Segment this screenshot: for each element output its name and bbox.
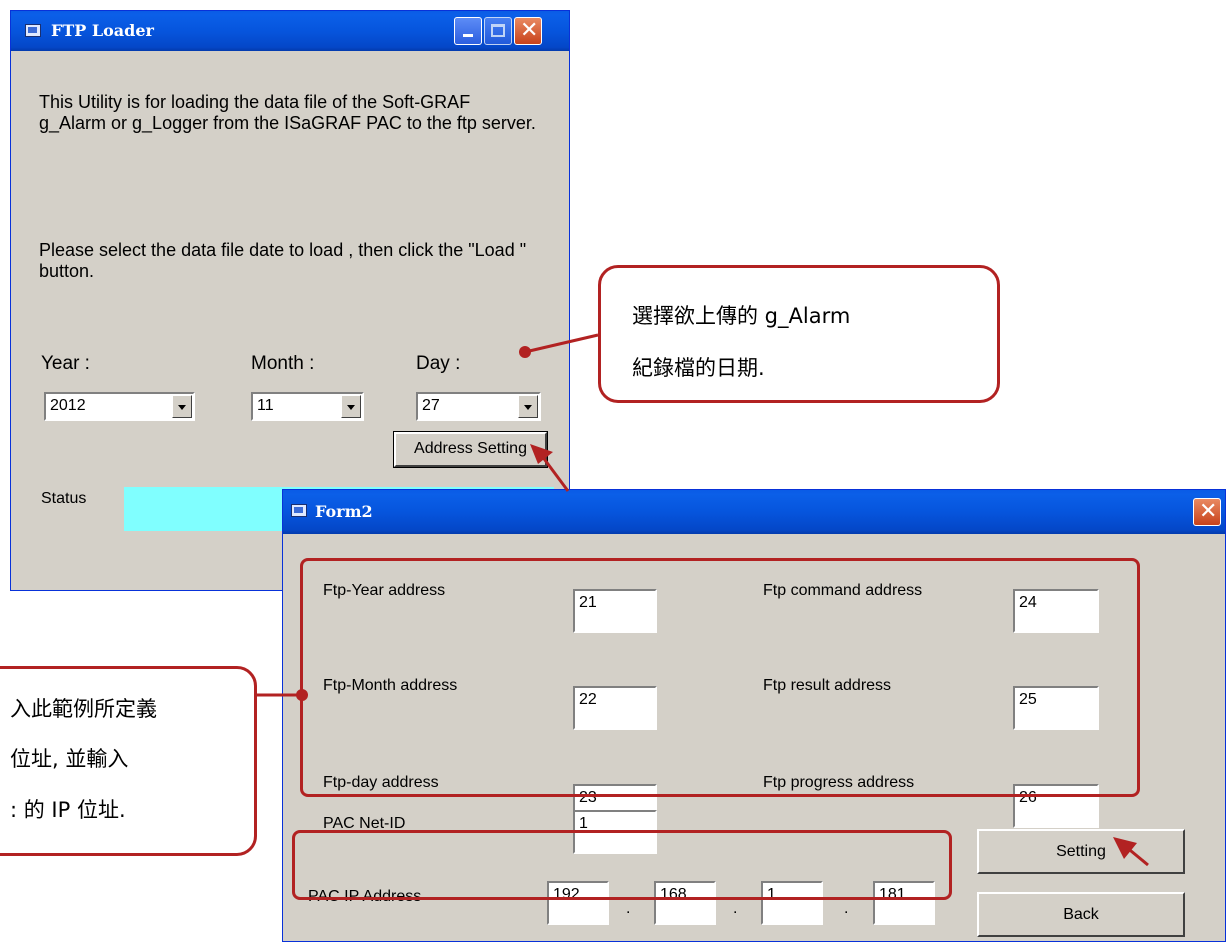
close-button[interactable]: ✕ [514, 17, 542, 45]
close-icon: ✕ [520, 18, 539, 43]
minimize-button[interactable] [454, 17, 482, 45]
year-label: Year : [41, 353, 90, 374]
ftp-loader-title: FTP Loader [51, 21, 154, 40]
setting-button[interactable]: Setting [977, 829, 1185, 874]
month-select[interactable]: 11 [251, 392, 364, 421]
maximize-button[interactable] [484, 17, 512, 45]
month-dropdown-arrow-icon[interactable] [341, 395, 361, 418]
form2-close-button[interactable]: ✕ [1193, 498, 1221, 526]
description-text: This Utility is for loading the data fil… [33, 88, 548, 210]
ip-dot-2: . [733, 900, 738, 917]
form2-title: Form2 [315, 502, 373, 521]
year-value: 2012 [50, 397, 86, 414]
month-label: Month : [251, 353, 315, 374]
address-callout-line3: : 的 IP 位址. [10, 798, 126, 822]
day-value: 27 [422, 397, 440, 414]
address-setting-button[interactable]: Address Setting [393, 431, 548, 468]
app-window-icon [25, 24, 41, 37]
day-label: Day : [416, 353, 461, 374]
form2-titlebar[interactable]: Form2 ✕ [283, 490, 1225, 534]
date-callout-line1: 選擇欲上傳的 g_Alarm [632, 304, 851, 328]
year-select[interactable]: 2012 [44, 392, 195, 421]
form2-window-icon [291, 504, 307, 517]
date-callout-line2: 紀錄檔的日期. [632, 356, 765, 380]
day-select[interactable]: 27 [416, 392, 541, 421]
ip-address-highlight [292, 830, 952, 900]
status-label: Status [41, 490, 87, 507]
ip-dot-3: . [844, 900, 849, 917]
address-callout-line2: 位址, 並輸入 [10, 747, 129, 771]
address-fields-highlight [300, 558, 1140, 797]
year-dropdown-arrow-icon[interactable] [172, 395, 192, 418]
address-callout-line1: 入此範例所定義 [10, 697, 157, 721]
ftp-loader-titlebar[interactable]: FTP Loader ✕ [11, 11, 569, 51]
back-button[interactable]: Back [977, 892, 1185, 937]
close-icon: ✕ [1199, 499, 1218, 524]
maximize-icon [491, 24, 505, 37]
instruction-text: Please select the data file date to load… [33, 236, 548, 307]
minimize-icon [463, 34, 473, 37]
day-dropdown-arrow-icon[interactable] [518, 395, 538, 418]
ip-dot-1: . [626, 900, 631, 917]
month-value: 11 [257, 397, 274, 414]
